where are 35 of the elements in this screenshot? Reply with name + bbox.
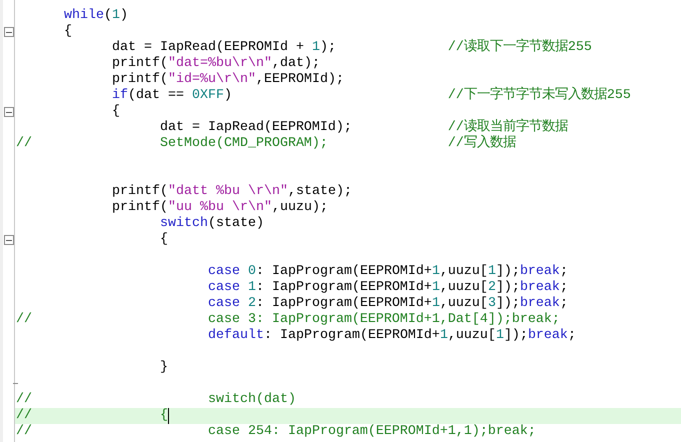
code-comment: //读取当前字节数据 <box>448 120 568 135</box>
code-text: case 0: IapProgram(EEPROMId+1,uuzu[1]);break; <box>208 264 568 279</box>
code-text: case 1: IapProgram(EEPROMId+1,uuzu[2]);break; <box>208 280 568 295</box>
code-comment: { <box>160 408 168 423</box>
code-comment: case 3: IapProgram(EEPROMId+1,Dat[4]);break; <box>208 312 560 327</box>
fold-toggle[interactable] <box>4 107 14 117</box>
code-comment: //读取下一字节数据255 <box>448 40 592 55</box>
code-text: { <box>64 24 72 39</box>
code-text: { <box>112 104 120 119</box>
code-comment: //下一字节字节未写入数据255 <box>448 88 631 103</box>
code-text: if(dat == 0XFF) <box>112 88 232 103</box>
code-comment: // <box>16 408 32 423</box>
code-text: printf("uu %bu \r\n",uuzu); <box>112 200 328 215</box>
code-comment: SetMode(CMD_PROGRAM); <box>160 136 328 151</box>
code-text: { <box>160 232 168 247</box>
code-comment: //写入数据 <box>448 136 516 151</box>
code-comment: // <box>16 136 32 151</box>
fold-toggle[interactable] <box>4 27 14 37</box>
code-text: dat = IapRead(EEPROMId + 1); <box>112 40 336 55</box>
code-comment: // <box>16 424 32 439</box>
code-comment: // <box>16 312 32 327</box>
code-text: while(1) <box>64 8 128 23</box>
code-text: printf("dat=%bu\r\n",dat); <box>112 56 320 71</box>
text-cursor <box>168 408 169 424</box>
code-text: printf("datt %bu \r\n",state); <box>112 184 352 199</box>
fold-toggle[interactable] <box>4 235 14 245</box>
code-text: case 2: IapProgram(EEPROMId+1,uuzu[3]);break; <box>208 296 568 311</box>
code-comment: switch(dat) <box>208 392 296 407</box>
code-text: } <box>160 360 168 375</box>
code-text: dat = IapRead(EEPROMId); <box>160 120 352 135</box>
code-text: switch(state) <box>160 216 264 231</box>
code-comment: // <box>16 392 32 407</box>
code-text: default: IapProgram(EEPROMId+1,uuzu[1]);break; <box>208 328 576 343</box>
code-text: printf("id=%u\r\n",EEPROMId); <box>112 72 344 87</box>
code-comment: case 254: IapProgram(EEPROMId+1,1);break; <box>208 424 536 439</box>
